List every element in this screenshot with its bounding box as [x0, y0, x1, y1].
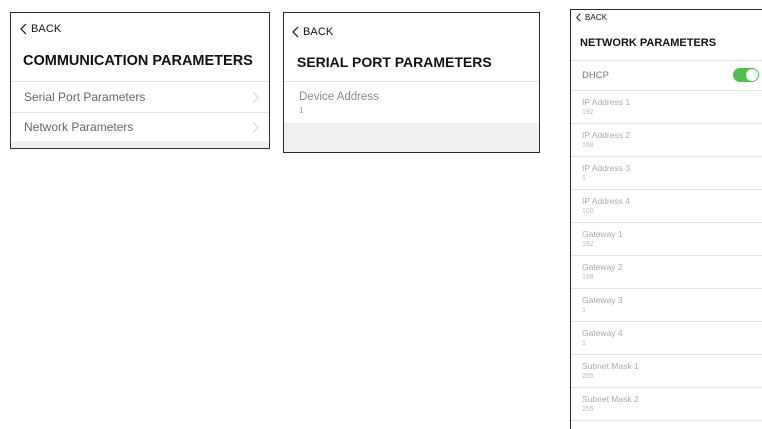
- serial-port-parameters-screen: BACK SERIAL PORT PARAMETERS Device Addre…: [283, 12, 540, 153]
- back-label: BACK: [585, 13, 608, 22]
- network-field-row[interactable]: IP Address 1 192: [571, 91, 762, 123]
- back-button[interactable]: BACK: [575, 13, 607, 22]
- back-label: BACK: [31, 23, 62, 35]
- toggle-knob: [746, 69, 758, 81]
- chevron-left-icon: [575, 13, 581, 22]
- field-value: 168: [582, 274, 594, 281]
- field-label: IP Address 4: [582, 196, 631, 206]
- page-title: SERIAL PORT PARAMETERS: [297, 54, 492, 70]
- menu-item-serial-port-parameters[interactable]: Serial Port Parameters: [11, 82, 269, 112]
- chevron-left-icon: [292, 26, 299, 38]
- field-value: 1: [582, 340, 586, 347]
- back-label: BACK: [303, 26, 334, 38]
- empty-area: [11, 141, 269, 148]
- field-label: Gateway 3: [582, 295, 623, 305]
- network-field-row[interactable]: Gateway 1 192: [571, 223, 762, 255]
- field-label: Gateway 2: [582, 262, 623, 272]
- communication-parameters-screen: BACK COMMUNICATION PARAMETERS Serial Por…: [10, 12, 270, 149]
- chevron-right-icon: [252, 121, 259, 134]
- field-value: 1: [582, 175, 586, 182]
- field-value: 1: [299, 106, 304, 115]
- field-value: 192: [582, 241, 594, 248]
- field-value: 1: [582, 307, 586, 314]
- back-button[interactable]: BACK: [291, 26, 333, 38]
- dhcp-toggle[interactable]: [733, 68, 759, 82]
- field-label: IP Address 2: [582, 130, 631, 140]
- dhcp-row: DHCP: [571, 61, 762, 90]
- chevron-right-icon: [252, 91, 259, 104]
- network-parameters-screen: BACK NETWORK PARAMETERS DHCP IP Address …: [570, 9, 762, 429]
- menu-item-label: Serial Port Parameters: [24, 90, 146, 104]
- field-value: 255: [582, 373, 594, 380]
- page-title: NETWORK PARAMETERS: [580, 37, 717, 49]
- field-value: 192: [582, 109, 594, 116]
- network-field-row[interactable]: Gateway 3 1: [571, 289, 762, 321]
- network-field-row[interactable]: IP Address 2 168: [571, 124, 762, 156]
- back-button[interactable]: BACK: [19, 23, 61, 35]
- divider: [571, 420, 762, 421]
- menu-item-network-parameters[interactable]: Network Parameters: [11, 113, 269, 141]
- network-field-row[interactable]: Subnet Mask 1 255: [571, 355, 762, 387]
- dhcp-label: DHCP: [582, 70, 609, 81]
- field-label: Device Address: [299, 91, 379, 103]
- field-label: Gateway 1: [582, 229, 623, 239]
- network-field-row[interactable]: IP Address 3 1: [571, 157, 762, 189]
- page-title: COMMUNICATION PARAMETERS: [23, 53, 253, 69]
- field-label: Subnet Mask 2: [582, 394, 639, 404]
- network-field-row[interactable]: Gateway 4 1: [571, 322, 762, 354]
- empty-area: [284, 123, 539, 152]
- network-field-row[interactable]: Subnet Mask 2 255: [571, 388, 762, 420]
- field-label: IP Address 3: [582, 163, 631, 173]
- field-label: Subnet Mask 1: [582, 361, 639, 371]
- field-value: 168: [582, 142, 594, 149]
- field-label: IP Address 1: [582, 97, 631, 107]
- menu-item-label: Network Parameters: [24, 120, 134, 134]
- chevron-left-icon: [20, 23, 27, 35]
- field-label: Gateway 4: [582, 328, 623, 338]
- field-value: 100: [582, 208, 594, 215]
- field-value: 255: [582, 406, 594, 413]
- network-field-row[interactable]: Gateway 2 168: [571, 256, 762, 288]
- network-field-row[interactable]: IP Address 4 100: [571, 190, 762, 222]
- device-address-field[interactable]: Device Address 1: [284, 82, 539, 122]
